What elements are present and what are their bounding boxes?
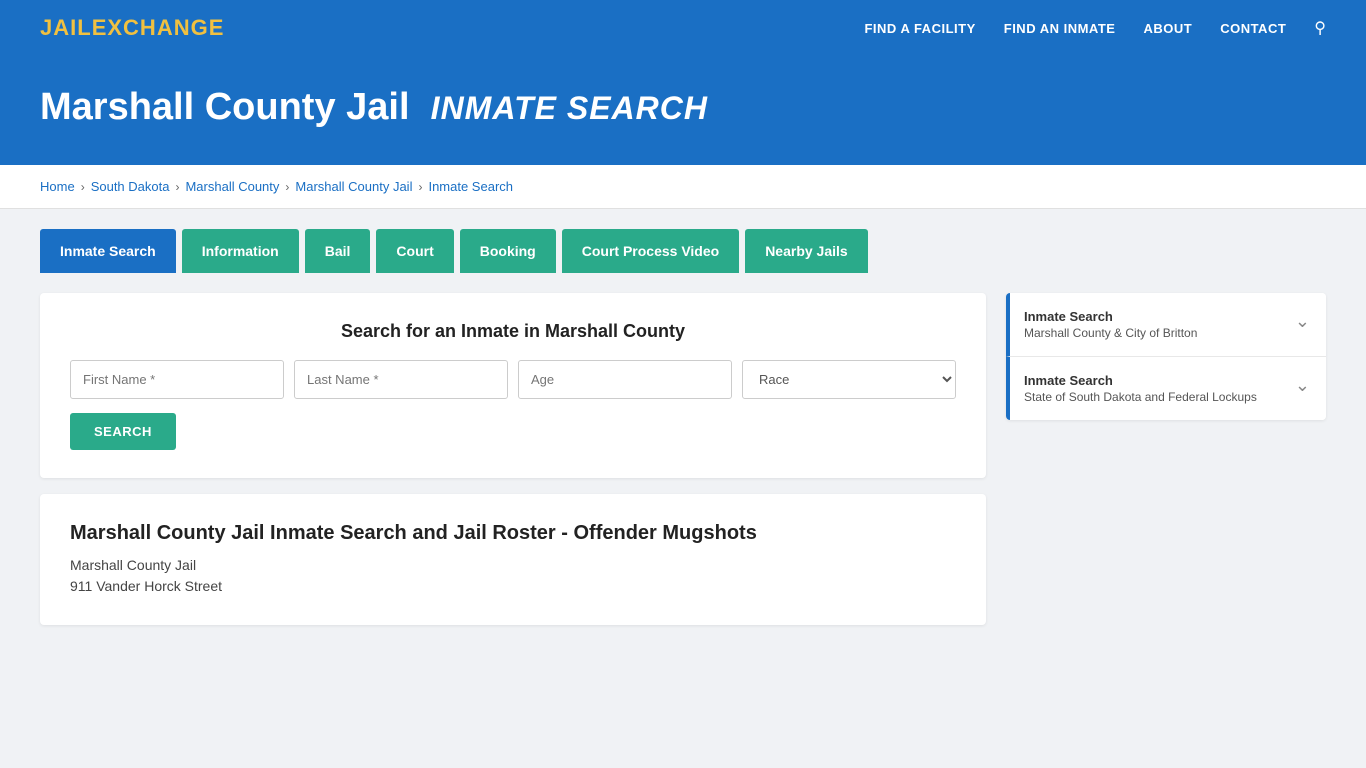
breadcrumb-sep-3: › (285, 180, 289, 194)
nav-about[interactable]: ABOUT (1143, 21, 1192, 36)
breadcrumb-south-dakota[interactable]: South Dakota (91, 179, 170, 194)
chevron-down-icon-2: ⌄ (1295, 375, 1310, 396)
breadcrumb-inmate-search[interactable]: Inmate Search (428, 179, 513, 194)
hero-title: Marshall County Jail INMATE SEARCH (40, 86, 1326, 129)
nav-find-facility[interactable]: FIND A FACILITY (864, 21, 975, 36)
sidebar-item-1-sub: Marshall County & City of Britton (1024, 326, 1197, 340)
info-card-title: Marshall County Jail Inmate Search and J… (70, 522, 956, 545)
sidebar-item-2-sub: State of South Dakota and Federal Lockup… (1024, 390, 1257, 404)
nav-contact[interactable]: CONTACT (1220, 21, 1286, 36)
info-address-street: 911 Vander Horck Street (70, 576, 956, 597)
tab-booking[interactable]: Booking (460, 229, 556, 273)
tab-nearby-jails[interactable]: Nearby Jails (745, 229, 868, 273)
chevron-down-icon-1: ⌄ (1295, 311, 1310, 332)
sidebar-card: Inmate Search Marshall County & City of … (1006, 293, 1326, 420)
right-sidebar: Inmate Search Marshall County & City of … (1006, 293, 1326, 625)
main-content: Search for an Inmate in Marshall County … (0, 273, 1366, 665)
info-card: Marshall County Jail Inmate Search and J… (40, 494, 986, 625)
breadcrumb-sep-4: › (418, 180, 422, 194)
info-address-name: Marshall County Jail (70, 555, 956, 576)
sidebar-item-2-label: Inmate Search (1024, 373, 1257, 388)
hero-title-main: Marshall County Jail (40, 86, 410, 128)
tab-court-process-video[interactable]: Court Process Video (562, 229, 739, 273)
tab-court[interactable]: Court (376, 229, 453, 273)
search-card: Search for an Inmate in Marshall County … (40, 293, 986, 478)
breadcrumb-sep-1: › (81, 180, 85, 194)
hero-banner: Marshall County Jail INMATE SEARCH (0, 56, 1366, 165)
site-logo[interactable]: JAILEXCHANGE (40, 15, 224, 41)
breadcrumb: Home › South Dakota › Marshall County › … (40, 179, 1326, 194)
race-select[interactable]: Race White Black Hispanic Asian Other (742, 360, 956, 399)
left-column: Search for an Inmate in Marshall County … (40, 293, 986, 625)
search-fields: Race White Black Hispanic Asian Other (70, 360, 956, 399)
tab-inmate-search[interactable]: Inmate Search (40, 229, 176, 273)
site-header: JAILEXCHANGE FIND A FACILITY FIND AN INM… (0, 0, 1366, 56)
breadcrumb-sep-2: › (175, 180, 179, 194)
search-icon[interactable]: ⚲ (1314, 18, 1326, 38)
hero-title-italic: INMATE SEARCH (431, 90, 708, 126)
age-input[interactable] (518, 360, 732, 399)
breadcrumb-bar: Home › South Dakota › Marshall County › … (0, 165, 1366, 209)
sidebar-item-1-text: Inmate Search Marshall County & City of … (1024, 309, 1197, 340)
search-card-title: Search for an Inmate in Marshall County (70, 321, 956, 342)
first-name-input[interactable] (70, 360, 284, 399)
last-name-input[interactable] (294, 360, 508, 399)
tab-information[interactable]: Information (182, 229, 299, 273)
breadcrumb-home[interactable]: Home (40, 179, 75, 194)
main-nav: FIND A FACILITY FIND AN INMATE ABOUT CON… (864, 18, 1326, 38)
tab-bar: Inmate Search Information Bail Court Boo… (0, 209, 1366, 273)
logo-exchange-rest: XCHANGE (107, 15, 224, 40)
nav-find-inmate[interactable]: FIND AN INMATE (1004, 21, 1116, 36)
breadcrumb-marshall-county-jail[interactable]: Marshall County Jail (295, 179, 412, 194)
tab-bail[interactable]: Bail (305, 229, 371, 273)
logo-jail: JAIL (40, 15, 92, 40)
logo-exchange-x: E (92, 15, 108, 40)
sidebar-item-2-text: Inmate Search State of South Dakota and … (1024, 373, 1257, 404)
sidebar-item-2[interactable]: Inmate Search State of South Dakota and … (1006, 357, 1326, 420)
sidebar-item-1[interactable]: Inmate Search Marshall County & City of … (1006, 293, 1326, 357)
breadcrumb-marshall-county[interactable]: Marshall County (185, 179, 279, 194)
sidebar-item-1-label: Inmate Search (1024, 309, 1197, 324)
search-button[interactable]: SEARCH (70, 413, 176, 450)
